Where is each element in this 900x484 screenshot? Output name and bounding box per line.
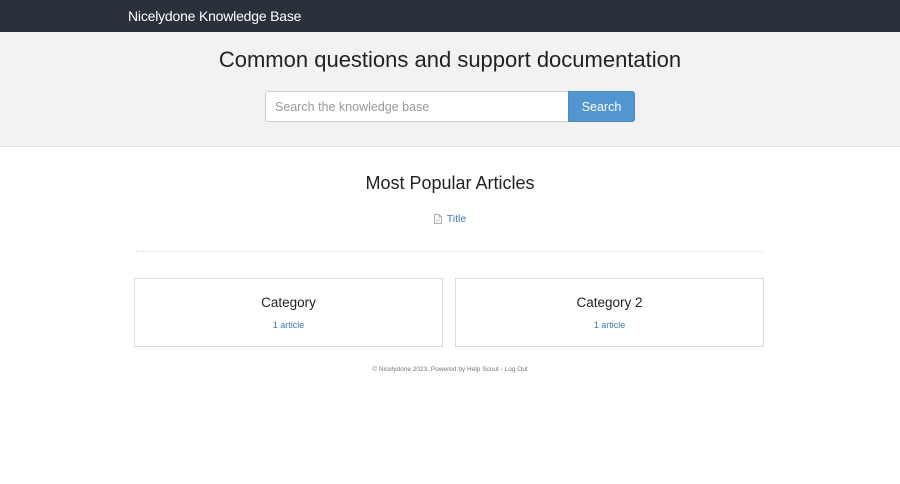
popular-article-link[interactable]: Title (433, 213, 467, 225)
popular-article-item: Title (0, 213, 900, 227)
search-input[interactable] (265, 91, 569, 122)
brand-link[interactable]: Nicelydone Knowledge Base (128, 8, 301, 24)
logout-link[interactable]: Log Out (505, 366, 528, 373)
section-divider (136, 251, 764, 252)
category-article-count[interactable]: 1 article (456, 320, 763, 330)
hero-section: Common questions and support documentati… (0, 32, 900, 147)
document-icon (433, 214, 442, 224)
footer: © Nicelydone 2023. Powered by Help Scout… (0, 366, 900, 373)
popular-article-title: Title (446, 213, 467, 225)
popular-articles-heading: Most Popular Articles (365, 173, 535, 193)
category-title: Category (261, 295, 316, 310)
help-scout-link[interactable]: Help Scout (467, 366, 499, 373)
top-navbar: Nicelydone Knowledge Base (0, 0, 900, 32)
category-title: Category 2 (576, 295, 643, 310)
hero-title: Common questions and support documentati… (218, 47, 682, 72)
category-card[interactable]: Category 2 1 article (455, 278, 764, 347)
category-card[interactable]: Category 1 article (134, 278, 443, 347)
footer-separator: - (500, 366, 503, 373)
search-button[interactable]: Search (568, 91, 635, 122)
footer-copyright: © Nicelydone 2023. Powered by (372, 366, 466, 373)
category-article-count[interactable]: 1 article (135, 320, 442, 330)
